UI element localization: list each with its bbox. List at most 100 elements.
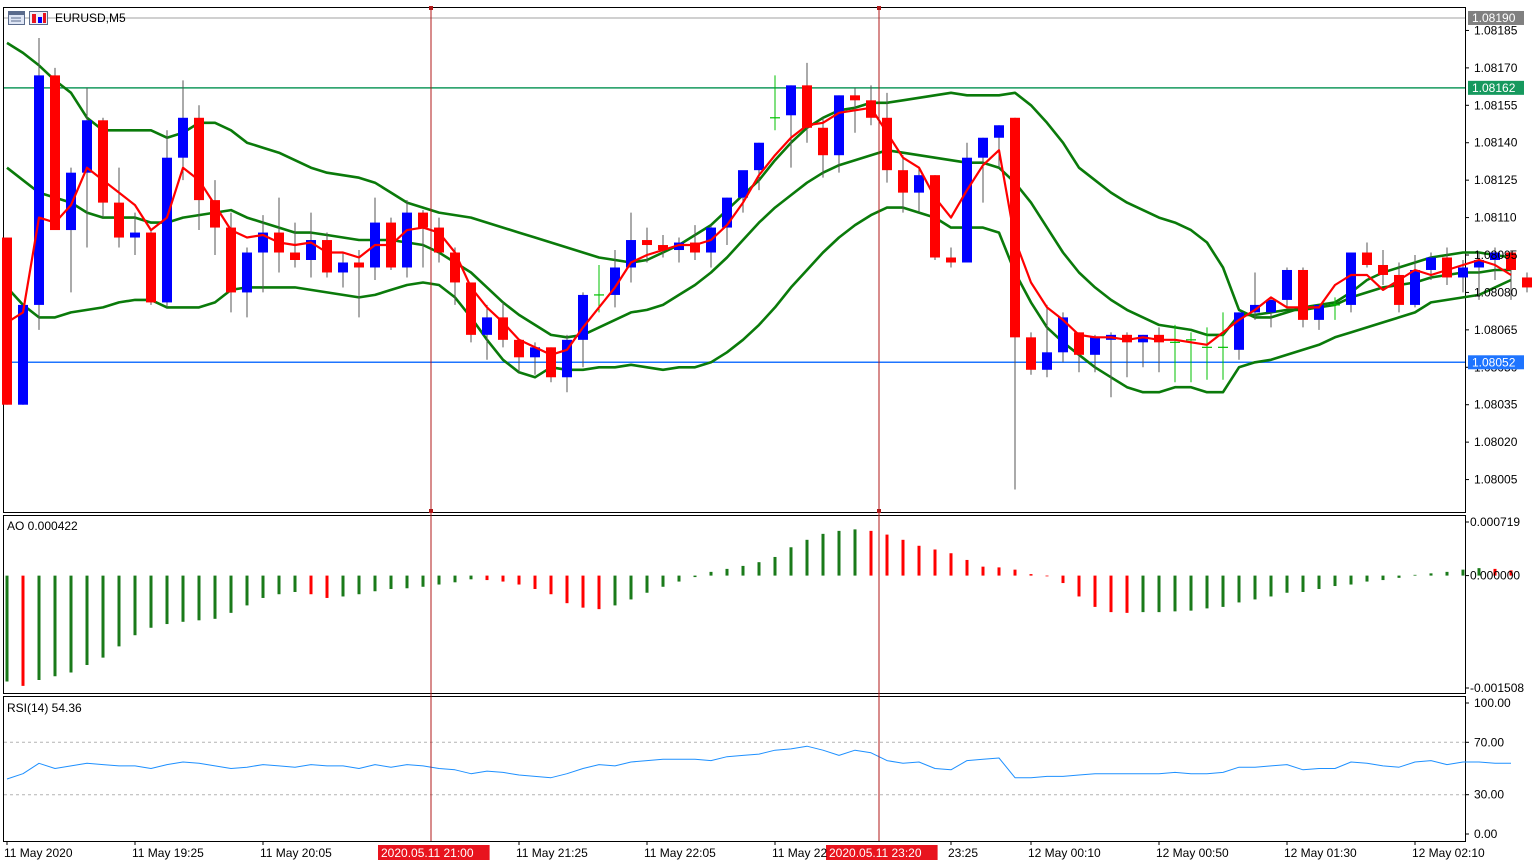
time-tick-label: 12 May 00:10 — [1028, 846, 1101, 860]
bollinger-bands — [6, 41, 1512, 394]
candle — [786, 85, 796, 168]
rsi-line — [6, 745, 1511, 780]
candle — [34, 37, 44, 330]
time-tick-label: 23:25 — [948, 846, 978, 860]
candle — [226, 212, 236, 313]
candle — [146, 230, 156, 305]
candle — [930, 175, 940, 260]
candle — [1362, 242, 1372, 268]
candle — [626, 212, 636, 283]
candle-body — [1282, 269, 1292, 300]
candle-body — [898, 170, 908, 193]
candle — [1522, 272, 1532, 293]
candle-body — [722, 197, 732, 228]
chart-type-icon[interactable] — [29, 11, 48, 25]
price-tick-label: 1.08080 — [1474, 285, 1518, 299]
candle-body — [1026, 337, 1036, 370]
candle — [690, 225, 700, 260]
candle — [962, 142, 972, 263]
candle — [1010, 117, 1020, 490]
vertical-lines[interactable]: 2020.05.11 21:00 2020.05.11 23:20 — [378, 6, 938, 860]
vline-marker-top[interactable] — [429, 6, 433, 10]
vline-marker-top[interactable] — [877, 6, 881, 10]
candle-body — [1010, 117, 1020, 338]
candle — [1026, 332, 1036, 375]
candle — [194, 105, 204, 231]
ao-tick-label: 0.000719 — [1470, 515, 1520, 529]
vline-marker-bottom[interactable] — [877, 509, 881, 513]
candle-body — [338, 262, 348, 273]
price-tick-label: 1.08110 — [1474, 211, 1517, 225]
candle — [818, 117, 828, 178]
candle — [322, 232, 332, 278]
rsi-tick-label: 100.00 — [1474, 696, 1511, 710]
candle-body — [738, 170, 748, 198]
time-tick-label: 12 May 00:50 — [1156, 846, 1229, 860]
time-tick-label: 11 May 22 — [772, 846, 827, 860]
candle — [274, 197, 284, 273]
candle-body — [818, 127, 828, 156]
candle — [1346, 252, 1356, 313]
price-tick-label: 1.08125 — [1474, 173, 1518, 187]
candle — [242, 247, 252, 318]
candle-body — [930, 175, 940, 258]
trading-chart[interactable]: 2020.05.11 21:00 2020.05.11 23:20 1.08185… — [0, 0, 1536, 867]
candle — [1106, 332, 1116, 398]
candle — [1378, 250, 1388, 285]
price-panel-frame — [3, 7, 1466, 513]
price-levels — [4, 17, 1465, 364]
candle-body — [1442, 257, 1452, 278]
time-axis: 11 May 2020 11 May 19:25 11 May 20:05 11 Ma… — [4, 841, 1485, 860]
time-tick-label: 12 May 02:10 — [1412, 846, 1485, 860]
awesome-oscillator — [5, 529, 1513, 686]
candle — [1282, 267, 1292, 308]
candlesticks — [2, 37, 1532, 490]
price-tick-label: 1.08020 — [1474, 435, 1518, 449]
candle-body — [1378, 264, 1388, 275]
candle-body — [1090, 337, 1100, 355]
candle-body — [402, 212, 412, 268]
candle — [866, 85, 876, 126]
candle-body — [98, 120, 108, 203]
candle-body — [82, 120, 92, 173]
candle — [1394, 262, 1404, 313]
candle — [50, 67, 60, 231]
rsi-label: RSI(14) 54.36 — [7, 701, 82, 715]
candle-body — [498, 317, 508, 340]
price-tag-label: 1.08162 — [1472, 81, 1516, 95]
candle — [1074, 332, 1084, 373]
vline-marker-bottom[interactable] — [429, 509, 433, 513]
candle-body — [1298, 269, 1308, 320]
candle-body — [1042, 352, 1052, 370]
price-tick-label: 1.08035 — [1474, 398, 1518, 412]
price-tick-label: 1.08140 — [1474, 136, 1518, 150]
candle — [1170, 324, 1180, 383]
candle-body — [354, 262, 364, 268]
price-tick-label: 1.08155 — [1474, 98, 1518, 112]
candle — [1218, 312, 1228, 380]
candle-body — [34, 75, 44, 305]
price-axis: 1.08185 1.08170 1.08155 1.08140 1.08125 1.081… — [1465, 10, 1524, 487]
candle-body — [946, 257, 956, 263]
candle — [1154, 327, 1164, 373]
candle-body — [1410, 269, 1420, 305]
symbol-label: EURUSD,M5 — [55, 11, 126, 25]
price-tick-label: 1.08095 — [1474, 248, 1518, 262]
candle-body — [1362, 252, 1372, 265]
time-tick-label: 11 May 2020 — [4, 846, 73, 860]
ao-panel-frame — [3, 515, 1466, 694]
price-tag-label: 1.08190 — [1472, 11, 1516, 25]
candle-body — [194, 117, 204, 201]
candle-body — [162, 157, 172, 303]
candle-body — [1266, 299, 1276, 313]
candle-body — [130, 232, 140, 238]
candle-body — [1458, 267, 1468, 278]
candle — [770, 75, 780, 131]
candle-body — [786, 85, 796, 116]
candle-body — [754, 142, 764, 171]
candle — [258, 215, 268, 293]
candle-body — [450, 252, 460, 283]
rsi-indicator — [4, 741, 1511, 796]
candle — [1298, 267, 1308, 328]
window-icon[interactable] — [8, 11, 25, 25]
